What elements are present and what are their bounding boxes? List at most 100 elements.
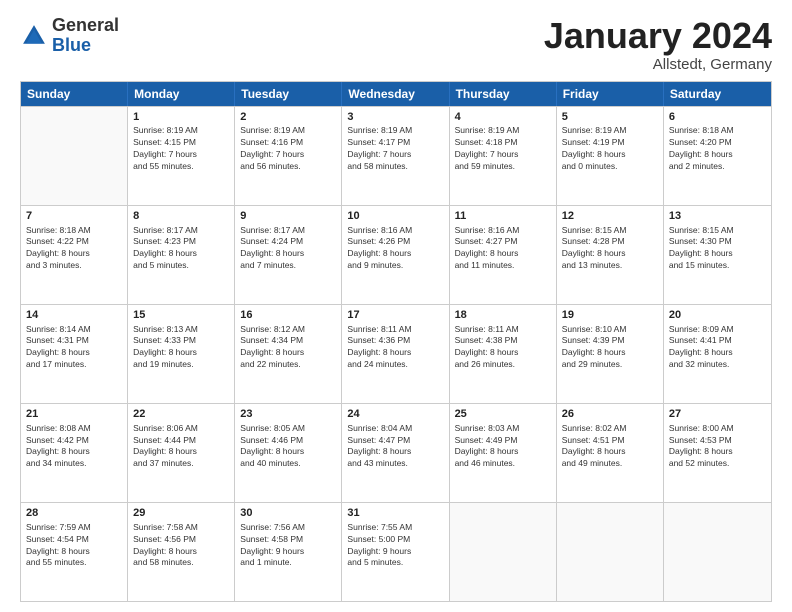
calendar-cell: 23Sunrise: 8:05 AM Sunset: 4:46 PM Dayli…	[235, 404, 342, 502]
day-info: Sunrise: 8:05 AM Sunset: 4:46 PM Dayligh…	[240, 423, 336, 471]
calendar-week-3: 14Sunrise: 8:14 AM Sunset: 4:31 PM Dayli…	[21, 304, 771, 403]
calendar-cell	[21, 107, 128, 205]
day-info: Sunrise: 8:10 AM Sunset: 4:39 PM Dayligh…	[562, 324, 658, 372]
day-number: 22	[133, 407, 229, 422]
day-number: 20	[669, 308, 766, 323]
day-info: Sunrise: 8:19 AM Sunset: 4:15 PM Dayligh…	[133, 125, 229, 173]
day-info: Sunrise: 7:58 AM Sunset: 4:56 PM Dayligh…	[133, 522, 229, 570]
calendar-header-sunday: Sunday	[21, 82, 128, 106]
calendar-cell: 1Sunrise: 8:19 AM Sunset: 4:15 PM Daylig…	[128, 107, 235, 205]
day-info: Sunrise: 8:19 AM Sunset: 4:19 PM Dayligh…	[562, 125, 658, 173]
day-number: 10	[347, 209, 443, 224]
day-info: Sunrise: 8:03 AM Sunset: 4:49 PM Dayligh…	[455, 423, 551, 471]
calendar-cell	[557, 503, 664, 601]
calendar-cell	[664, 503, 771, 601]
logo-text: General Blue	[52, 16, 119, 56]
day-number: 2	[240, 110, 336, 125]
calendar-cell: 8Sunrise: 8:17 AM Sunset: 4:23 PM Daylig…	[128, 206, 235, 304]
day-number: 23	[240, 407, 336, 422]
day-info: Sunrise: 8:18 AM Sunset: 4:22 PM Dayligh…	[26, 225, 122, 273]
calendar-cell	[450, 503, 557, 601]
title-block: January 2024 Allstedt, Germany	[544, 16, 772, 73]
calendar-cell: 7Sunrise: 8:18 AM Sunset: 4:22 PM Daylig…	[21, 206, 128, 304]
calendar-cell: 12Sunrise: 8:15 AM Sunset: 4:28 PM Dayli…	[557, 206, 664, 304]
calendar-header-saturday: Saturday	[664, 82, 771, 106]
calendar-title: January 2024	[544, 16, 772, 56]
day-info: Sunrise: 8:08 AM Sunset: 4:42 PM Dayligh…	[26, 423, 122, 471]
day-number: 29	[133, 506, 229, 521]
calendar-week-2: 7Sunrise: 8:18 AM Sunset: 4:22 PM Daylig…	[21, 205, 771, 304]
day-info: Sunrise: 8:15 AM Sunset: 4:30 PM Dayligh…	[669, 225, 766, 273]
day-info: Sunrise: 7:56 AM Sunset: 4:58 PM Dayligh…	[240, 522, 336, 570]
calendar: SundayMondayTuesdayWednesdayThursdayFrid…	[20, 81, 772, 602]
day-number: 6	[669, 110, 766, 125]
day-info: Sunrise: 8:17 AM Sunset: 4:23 PM Dayligh…	[133, 225, 229, 273]
calendar-cell: 18Sunrise: 8:11 AM Sunset: 4:38 PM Dayli…	[450, 305, 557, 403]
calendar-header-tuesday: Tuesday	[235, 82, 342, 106]
day-number: 18	[455, 308, 551, 323]
calendar-cell: 30Sunrise: 7:56 AM Sunset: 4:58 PM Dayli…	[235, 503, 342, 601]
day-info: Sunrise: 8:19 AM Sunset: 4:18 PM Dayligh…	[455, 125, 551, 173]
calendar-cell: 16Sunrise: 8:12 AM Sunset: 4:34 PM Dayli…	[235, 305, 342, 403]
day-info: Sunrise: 8:14 AM Sunset: 4:31 PM Dayligh…	[26, 324, 122, 372]
calendar-cell: 14Sunrise: 8:14 AM Sunset: 4:31 PM Dayli…	[21, 305, 128, 403]
calendar-week-5: 28Sunrise: 7:59 AM Sunset: 4:54 PM Dayli…	[21, 502, 771, 601]
logo-blue: Blue	[52, 35, 91, 55]
day-info: Sunrise: 8:18 AM Sunset: 4:20 PM Dayligh…	[669, 125, 766, 173]
calendar-cell: 28Sunrise: 7:59 AM Sunset: 4:54 PM Dayli…	[21, 503, 128, 601]
calendar-cell: 27Sunrise: 8:00 AM Sunset: 4:53 PM Dayli…	[664, 404, 771, 502]
day-number: 7	[26, 209, 122, 224]
calendar-cell: 5Sunrise: 8:19 AM Sunset: 4:19 PM Daylig…	[557, 107, 664, 205]
day-number: 3	[347, 110, 443, 125]
day-number: 21	[26, 407, 122, 422]
calendar-cell: 3Sunrise: 8:19 AM Sunset: 4:17 PM Daylig…	[342, 107, 449, 205]
calendar-header-row: SundayMondayTuesdayWednesdayThursdayFrid…	[21, 82, 771, 106]
logo-general: General	[52, 15, 119, 35]
day-info: Sunrise: 8:11 AM Sunset: 4:38 PM Dayligh…	[455, 324, 551, 372]
day-number: 30	[240, 506, 336, 521]
day-number: 28	[26, 506, 122, 521]
day-number: 11	[455, 209, 551, 224]
day-info: Sunrise: 8:16 AM Sunset: 4:26 PM Dayligh…	[347, 225, 443, 273]
calendar-cell: 2Sunrise: 8:19 AM Sunset: 4:16 PM Daylig…	[235, 107, 342, 205]
day-number: 1	[133, 110, 229, 125]
calendar-cell: 29Sunrise: 7:58 AM Sunset: 4:56 PM Dayli…	[128, 503, 235, 601]
calendar-week-4: 21Sunrise: 8:08 AM Sunset: 4:42 PM Dayli…	[21, 403, 771, 502]
day-number: 15	[133, 308, 229, 323]
day-number: 31	[347, 506, 443, 521]
day-number: 13	[669, 209, 766, 224]
calendar-cell: 11Sunrise: 8:16 AM Sunset: 4:27 PM Dayli…	[450, 206, 557, 304]
calendar-week-1: 1Sunrise: 8:19 AM Sunset: 4:15 PM Daylig…	[21, 106, 771, 205]
day-number: 14	[26, 308, 122, 323]
logo-icon	[20, 22, 48, 50]
day-number: 19	[562, 308, 658, 323]
header: General Blue January 2024 Allstedt, Germ…	[20, 16, 772, 73]
day-info: Sunrise: 8:11 AM Sunset: 4:36 PM Dayligh…	[347, 324, 443, 372]
calendar-header-friday: Friday	[557, 82, 664, 106]
logo: General Blue	[20, 16, 119, 56]
day-info: Sunrise: 8:06 AM Sunset: 4:44 PM Dayligh…	[133, 423, 229, 471]
calendar-cell: 26Sunrise: 8:02 AM Sunset: 4:51 PM Dayli…	[557, 404, 664, 502]
day-info: Sunrise: 8:09 AM Sunset: 4:41 PM Dayligh…	[669, 324, 766, 372]
day-number: 8	[133, 209, 229, 224]
day-number: 4	[455, 110, 551, 125]
calendar-cell: 6Sunrise: 8:18 AM Sunset: 4:20 PM Daylig…	[664, 107, 771, 205]
day-info: Sunrise: 8:12 AM Sunset: 4:34 PM Dayligh…	[240, 324, 336, 372]
calendar-subtitle: Allstedt, Germany	[544, 56, 772, 73]
day-info: Sunrise: 8:15 AM Sunset: 4:28 PM Dayligh…	[562, 225, 658, 273]
day-info: Sunrise: 7:59 AM Sunset: 4:54 PM Dayligh…	[26, 522, 122, 570]
day-number: 25	[455, 407, 551, 422]
calendar-header-wednesday: Wednesday	[342, 82, 449, 106]
day-number: 12	[562, 209, 658, 224]
day-number: 26	[562, 407, 658, 422]
calendar-cell: 31Sunrise: 7:55 AM Sunset: 5:00 PM Dayli…	[342, 503, 449, 601]
calendar-cell: 10Sunrise: 8:16 AM Sunset: 4:26 PM Dayli…	[342, 206, 449, 304]
calendar-cell: 9Sunrise: 8:17 AM Sunset: 4:24 PM Daylig…	[235, 206, 342, 304]
calendar-body: 1Sunrise: 8:19 AM Sunset: 4:15 PM Daylig…	[21, 106, 771, 601]
day-info: Sunrise: 8:13 AM Sunset: 4:33 PM Dayligh…	[133, 324, 229, 372]
day-number: 24	[347, 407, 443, 422]
day-info: Sunrise: 7:55 AM Sunset: 5:00 PM Dayligh…	[347, 522, 443, 570]
calendar-cell: 22Sunrise: 8:06 AM Sunset: 4:44 PM Dayli…	[128, 404, 235, 502]
calendar-cell: 17Sunrise: 8:11 AM Sunset: 4:36 PM Dayli…	[342, 305, 449, 403]
day-info: Sunrise: 8:02 AM Sunset: 4:51 PM Dayligh…	[562, 423, 658, 471]
